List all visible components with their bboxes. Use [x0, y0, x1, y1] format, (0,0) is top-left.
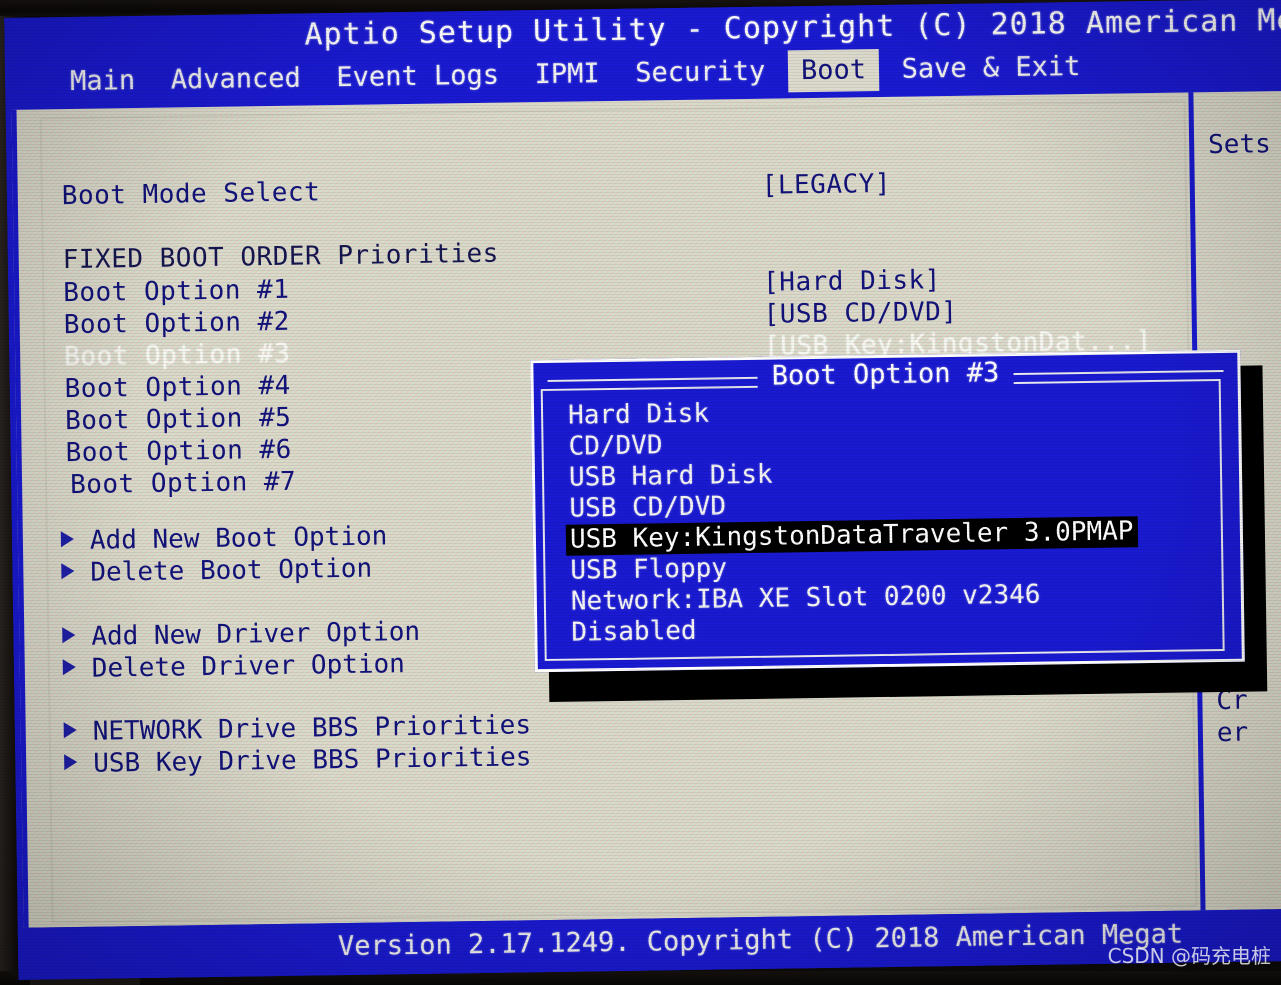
popup-option-hard-disk[interactable]: Hard Disk: [566, 399, 711, 432]
add-new-boot-option-label: Add New Boot Option: [89, 521, 388, 556]
boot-option-2-label: Boot Option #2: [63, 306, 291, 341]
delete-boot-option-item[interactable]: Delete Boot Option: [61, 554, 372, 589]
chevron-right-icon: [61, 563, 75, 580]
boot-option-1-value: [Hard Disk]: [762, 265, 942, 298]
tab-advanced[interactable]: Advanced: [157, 57, 314, 101]
boot-option-6-label: Boot Option #6: [65, 434, 292, 469]
chevron-right-icon: [62, 659, 76, 676]
delete-driver-option-item[interactable]: Delete Driver Option: [62, 649, 406, 684]
boot-mode-select-value: [LEGACY]: [761, 168, 892, 201]
add-new-boot-option-item[interactable]: Add New Boot Option: [60, 521, 388, 556]
chevron-right-icon: [60, 531, 75, 548]
boot-mode-select-label: Boot Mode Select: [61, 177, 321, 212]
popup-option-usb-hard-disk[interactable]: USB Hard Disk: [567, 460, 775, 494]
bios-screen-photo: Aptio Setup Utility - Copyright (C) 2018…: [0, 0, 1281, 985]
boot-option-2-value: [USB CD/DVD]: [763, 296, 958, 330]
network-drive-bbs-priorities-item[interactable]: NETWORK Drive BBS Priorities: [63, 710, 532, 747]
chevron-right-icon: [62, 627, 76, 644]
add-new-driver-option-label: Add New Driver Option: [91, 616, 421, 652]
usb-key-drive-bbs-priorities-item[interactable]: USB Key Drive BBS Priorities: [64, 742, 532, 779]
chevron-right-icon: [63, 722, 77, 739]
boot-option-7-label: Boot Option #7: [69, 466, 297, 501]
popup-option-cd-dvd[interactable]: CD/DVD: [566, 430, 664, 462]
add-new-driver-option-item[interactable]: Add New Driver Option: [62, 617, 420, 652]
popup-title-text: Boot Option #3: [757, 357, 1014, 392]
usb-key-drive-bbs-priorities-label: USB Key Drive BBS Priorities: [92, 742, 532, 779]
tab-security[interactable]: Security: [622, 51, 779, 95]
popup-option-disabled[interactable]: Disabled: [569, 616, 699, 649]
help-description-text: Sets: [1207, 129, 1272, 161]
fixed-boot-order-header-text: FIXED BOOT ORDER Priorities: [62, 238, 500, 276]
tab-save-and-exit[interactable]: Save & Exit: [888, 46, 1093, 91]
popup-option-usb-floppy[interactable]: USB Floppy: [568, 553, 729, 586]
delete-boot-option-label: Delete Boot Option: [90, 553, 373, 588]
popup-option-usb-cd-dvd[interactable]: USB CD/DVD: [567, 491, 728, 524]
tab-main[interactable]: Main: [57, 60, 149, 103]
help-clipped-line-5: er: [1216, 717, 1249, 749]
delete-driver-option-label: Delete Driver Option: [91, 649, 406, 684]
boot-option-3-label: Boot Option #3: [63, 338, 291, 373]
boot-option-3-popup: Boot Option #3 Hard Disk CD/DVD USB Hard…: [530, 349, 1245, 673]
tab-event-logs[interactable]: Event Logs: [323, 54, 512, 99]
version-text: Version 2.17.1249. Copyright (C) 2018 Am…: [337, 918, 1184, 963]
chevron-right-icon: [64, 753, 78, 771]
boot-option-5-label: Boot Option #5: [64, 402, 292, 437]
bios-setup-utility: Aptio Setup Utility - Copyright (C) 2018…: [4, 0, 1281, 980]
boot-option-4-label: Boot Option #4: [64, 370, 292, 405]
csdn-watermark: CSDN @码充电桩: [1107, 944, 1271, 968]
network-drive-bbs-priorities-label: NETWORK Drive BBS Priorities: [92, 710, 532, 747]
boot-option-1-label: Boot Option #1: [63, 274, 290, 309]
tab-boot[interactable]: Boot: [787, 49, 880, 93]
tab-ipmi[interactable]: IPMI: [521, 53, 613, 96]
crt-display-surface: Aptio Setup Utility - Copyright (C) 2018…: [4, 0, 1281, 985]
